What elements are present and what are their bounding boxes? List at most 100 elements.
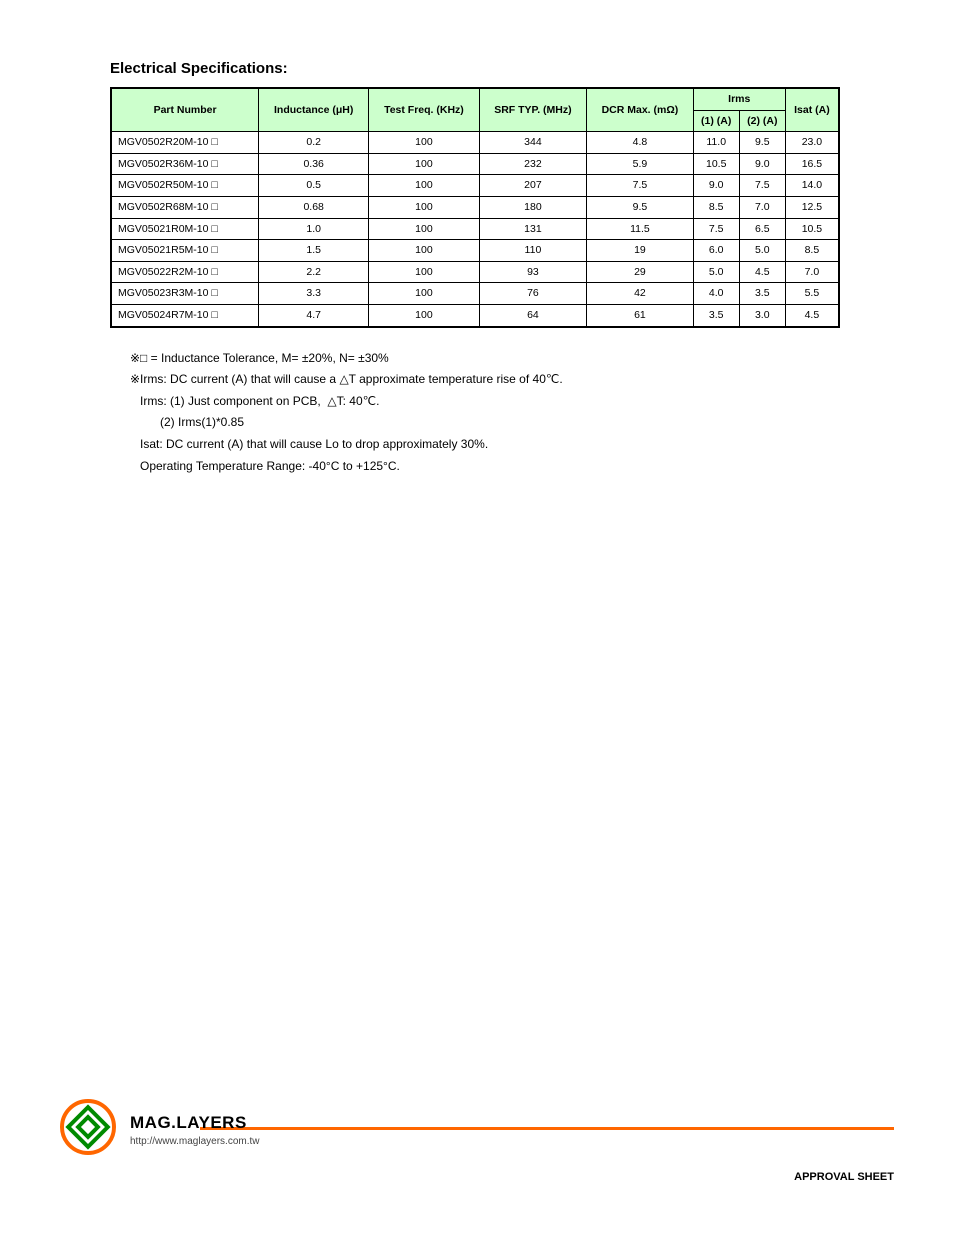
cell-part: MGV05023R3M-10 □ xyxy=(111,283,259,305)
cell-i1: 11.0 xyxy=(693,132,739,154)
note-isat: Isat: DC current (A) that will cause Lo … xyxy=(130,434,894,456)
note-tolerance: ※□ = Inductance Tolerance, M= ±20%, N= ±… xyxy=(130,348,894,370)
cell-l: 4.7 xyxy=(259,304,369,326)
cell-i1: 3.5 xyxy=(693,304,739,326)
cell-part: MGV05024R7M-10 □ xyxy=(111,304,259,326)
cell-i2: 7.0 xyxy=(739,196,785,218)
cell-isat: 7.0 xyxy=(785,261,839,283)
cell-isat: 14.0 xyxy=(785,175,839,197)
cell-part: MGV05022R2M-10 □ xyxy=(111,261,259,283)
cell-l: 2.2 xyxy=(259,261,369,283)
cell-f: 100 xyxy=(369,240,480,262)
cell-srf: 131 xyxy=(479,218,586,240)
cell-dcr: 9.5 xyxy=(587,196,694,218)
cell-part: MGV05021R0M-10 □ xyxy=(111,218,259,240)
cell-l: 0.36 xyxy=(259,153,369,175)
note-optemp: Operating Temperature Range: -40°C to +1… xyxy=(130,456,894,478)
section-title: Electrical Specifications: xyxy=(110,60,894,77)
th-testfreq: Test Freq. (KHz) xyxy=(369,88,480,132)
cell-dcr: 7.5 xyxy=(587,175,694,197)
th-irms2: (2) (A) xyxy=(739,110,785,132)
cell-f: 100 xyxy=(369,196,480,218)
cell-srf: 207 xyxy=(479,175,586,197)
cell-i1: 6.0 xyxy=(693,240,739,262)
cell-srf: 64 xyxy=(479,304,586,326)
cell-i1: 5.0 xyxy=(693,261,739,283)
footer-web: http://www.maglayers.com.tw xyxy=(130,1136,894,1147)
notes-block: ※□ = Inductance Tolerance, M= ±20%, N= ±… xyxy=(130,348,894,478)
cell-f: 100 xyxy=(369,153,480,175)
cell-l: 0.2 xyxy=(259,132,369,154)
cell-srf: 232 xyxy=(479,153,586,175)
cell-srf: 344 xyxy=(479,132,586,154)
cell-l: 1.0 xyxy=(259,218,369,240)
table-row: MGV0502R50M-10 □ 0.5 100 207 7.5 9.0 7.5… xyxy=(111,175,839,197)
th-part: Part Number xyxy=(111,88,259,132)
table-row: MGV0502R68M-10 □ 0.68 100 180 9.5 8.5 7.… xyxy=(111,196,839,218)
cell-l: 0.5 xyxy=(259,175,369,197)
table-row: MGV05023R3M-10 □ 3.3 100 76 42 4.0 3.5 5… xyxy=(111,283,839,305)
cell-part: MGV0502R50M-10 □ xyxy=(111,175,259,197)
cell-i2: 9.5 xyxy=(739,132,785,154)
cell-i2: 6.5 xyxy=(739,218,785,240)
cell-srf: 93 xyxy=(479,261,586,283)
cell-i2: 9.0 xyxy=(739,153,785,175)
cell-l: 1.5 xyxy=(259,240,369,262)
footer: MAG.LAYERS http://www.maglayers.com.tw A… xyxy=(60,1099,894,1155)
cell-i2: 7.5 xyxy=(739,175,785,197)
note-irms-1-a: Irms: (1) Just component on PCB, xyxy=(130,394,327,408)
table-row: MGV0502R20M-10 □ 0.2 100 344 4.8 11.0 9.… xyxy=(111,132,839,154)
table-row: MGV0502R36M-10 □ 0.36 100 232 5.9 10.5 9… xyxy=(111,153,839,175)
cell-i1: 8.5 xyxy=(693,196,739,218)
cell-l: 0.68 xyxy=(259,196,369,218)
cell-i1: 4.0 xyxy=(693,283,739,305)
company-name: MAG.LAYERS xyxy=(130,1113,894,1133)
cell-isat: 12.5 xyxy=(785,196,839,218)
cell-srf: 180 xyxy=(479,196,586,218)
cell-part: MGV0502R20M-10 □ xyxy=(111,132,259,154)
cell-f: 100 xyxy=(369,218,480,240)
th-irms-group: Irms xyxy=(693,88,785,110)
cell-part: MGV05021R5M-10 □ xyxy=(111,240,259,262)
cell-f: 100 xyxy=(369,283,480,305)
cell-f: 100 xyxy=(369,175,480,197)
cell-i2: 3.5 xyxy=(739,283,785,305)
note-irms-def-a: ※Irms: DC current (A) that will cause a xyxy=(130,372,339,386)
cell-i1: 7.5 xyxy=(693,218,739,240)
cell-f: 100 xyxy=(369,132,480,154)
cell-dcr: 11.5 xyxy=(587,218,694,240)
cell-f: 100 xyxy=(369,304,480,326)
note-irms-2: (2) Irms(1)*0.85 xyxy=(130,412,894,434)
cell-dcr: 29 xyxy=(587,261,694,283)
cell-dcr: 61 xyxy=(587,304,694,326)
note-irms-def-b: △T approximate temperature rise of 40℃. xyxy=(339,372,562,386)
cell-isat: 16.5 xyxy=(785,153,839,175)
table-row: MGV05021R0M-10 □ 1.0 100 131 11.5 7.5 6.… xyxy=(111,218,839,240)
cell-isat: 4.5 xyxy=(785,304,839,326)
cell-part: MGV0502R36M-10 □ xyxy=(111,153,259,175)
cell-i2: 4.5 xyxy=(739,261,785,283)
cell-i1: 9.0 xyxy=(693,175,739,197)
cell-i2: 3.0 xyxy=(739,304,785,326)
th-srf: SRF TYP. (MHz) xyxy=(479,88,586,132)
th-isat: Isat (A) xyxy=(785,88,839,132)
th-dcr: DCR Max. (mΩ) xyxy=(587,88,694,132)
cell-f: 100 xyxy=(369,261,480,283)
cell-dcr: 4.8 xyxy=(587,132,694,154)
cell-dcr: 19 xyxy=(587,240,694,262)
cell-i2: 5.0 xyxy=(739,240,785,262)
cell-srf: 76 xyxy=(479,283,586,305)
cell-isat: 10.5 xyxy=(785,218,839,240)
th-irms1: (1) (A) xyxy=(693,110,739,132)
cell-l: 3.3 xyxy=(259,283,369,305)
cell-dcr: 5.9 xyxy=(587,153,694,175)
cell-isat: 8.5 xyxy=(785,240,839,262)
cell-isat: 23.0 xyxy=(785,132,839,154)
cell-i1: 10.5 xyxy=(693,153,739,175)
cell-part: MGV0502R68M-10 □ xyxy=(111,196,259,218)
cell-isat: 5.5 xyxy=(785,283,839,305)
table-row: MGV05022R2M-10 □ 2.2 100 93 29 5.0 4.5 7… xyxy=(111,261,839,283)
th-inductance: Inductance (μH) xyxy=(259,88,369,132)
cell-dcr: 42 xyxy=(587,283,694,305)
company-logo-icon xyxy=(60,1099,116,1155)
